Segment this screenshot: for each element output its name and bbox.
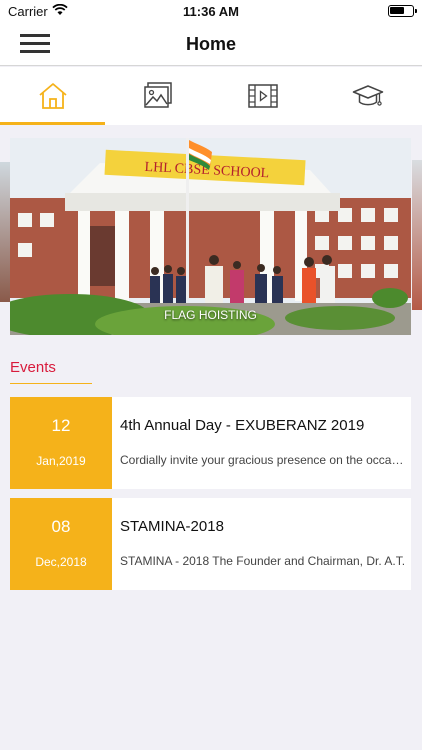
tab-bar xyxy=(0,67,422,125)
carousel-previous-slide[interactable] xyxy=(0,162,10,302)
tab-videos[interactable] xyxy=(210,67,315,125)
photo-gallery-icon xyxy=(143,82,172,108)
home-icon xyxy=(38,83,67,109)
event-day: 08 xyxy=(51,517,71,536)
banner-carousel[interactable]: LHL CBSE SCHOOL FLAG HOISTING xyxy=(10,138,411,335)
graduation-cap-icon xyxy=(352,85,383,106)
event-month-year: Jan,2019 xyxy=(36,454,86,468)
event-day: 12 xyxy=(51,416,71,435)
event-date-badge: 08 Dec,2018 xyxy=(10,498,112,590)
event-title: 4th Annual Day - EXUBERANZ 2019 xyxy=(120,417,365,434)
tab-gallery[interactable] xyxy=(105,67,210,125)
clock-time: 11:36 AM xyxy=(183,4,239,19)
tab-academics[interactable] xyxy=(315,67,420,125)
event-card[interactable]: 12 Jan,2019 4th Annual Day - EXUBERANZ 2… xyxy=(10,397,411,489)
event-date-badge: 12 Jan,2019 xyxy=(10,397,112,489)
event-card[interactable]: 08 Dec,2018 STAMINA-2018 STAMINA - 2018 … xyxy=(10,498,411,590)
events-heading: Events xyxy=(10,359,56,376)
event-description: Cordially invite your gracious presence … xyxy=(120,453,406,467)
battery-icon xyxy=(388,5,417,17)
school-photo: LHL CBSE SCHOOL xyxy=(10,138,411,335)
event-title: STAMINA-2018 xyxy=(120,518,224,535)
tab-home[interactable] xyxy=(0,67,105,125)
video-icon xyxy=(247,84,278,108)
event-month-year: Dec,2018 xyxy=(35,555,87,569)
event-description: STAMINA - 2018 The Founder and Chairman,… xyxy=(120,554,406,568)
page-title: Home xyxy=(185,34,236,54)
navigation-bar: Home xyxy=(0,22,422,66)
events-heading-underline xyxy=(10,383,92,384)
carousel-next-slide[interactable] xyxy=(412,160,422,310)
banner-caption: FLAG HOISTING xyxy=(164,308,257,322)
status-bar: Carrier 11:36 AM xyxy=(0,0,422,22)
